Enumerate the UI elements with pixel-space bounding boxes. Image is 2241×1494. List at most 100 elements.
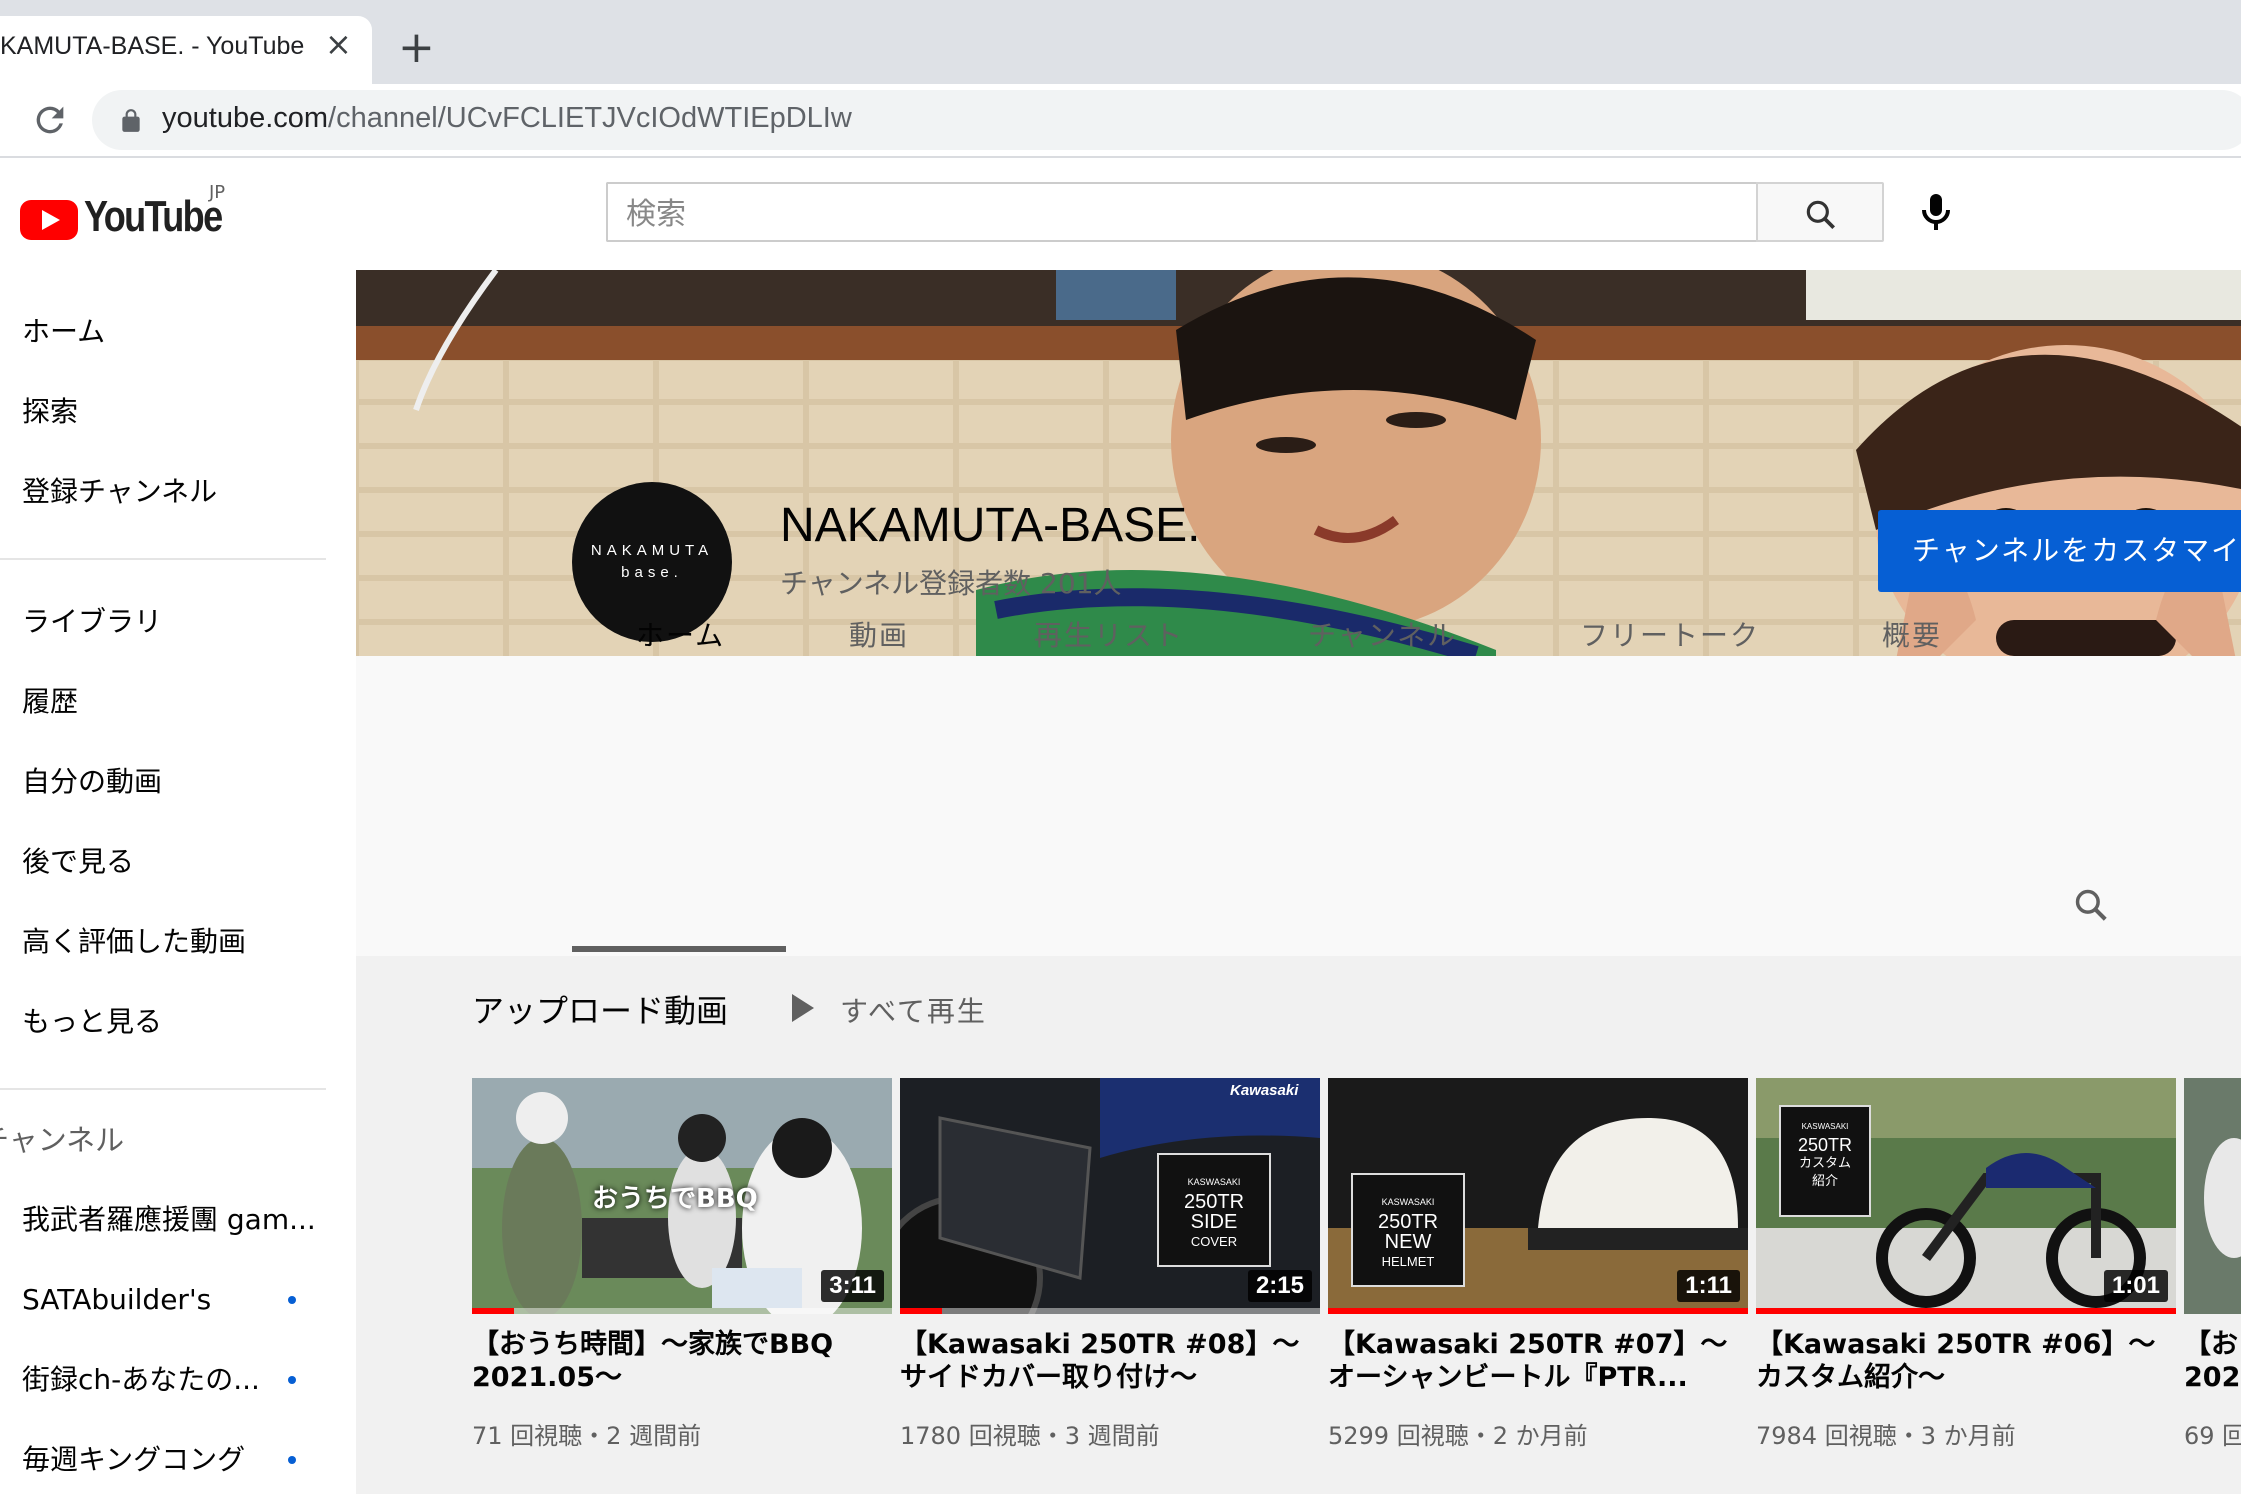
new-content-dot bbox=[288, 1376, 296, 1384]
browser-toolbar: youtube.com/channel/UCvFCLIETJVcIOdWTIEp… bbox=[0, 84, 2241, 158]
thumbnail-badge-line: カスタム bbox=[1798, 1155, 1851, 1170]
new-content-dot bbox=[288, 1456, 296, 1464]
avatar-text-line1: NAKAMUTA bbox=[590, 542, 714, 559]
video-duration: 3:11 bbox=[821, 1270, 884, 1302]
video-thumbnail[interactable]: KASWASAKI 250TR カスタム 紹介 1:01 bbox=[1756, 1078, 2176, 1314]
thumbnail-badge-line: NEW bbox=[1384, 1231, 1432, 1253]
uploads-shelf: アップロード動画 すべて再生 おうちでBBQ 3:11 【おうち時間】〜家族でB… bbox=[356, 956, 2241, 1494]
video-metadata: 71 回視聴・2 週間前 bbox=[472, 1422, 702, 1450]
tab-videos[interactable]: 動画 bbox=[849, 586, 909, 686]
search-button[interactable] bbox=[1756, 182, 1884, 242]
video-metadata: 5299 回視聴・2 か月前 bbox=[1328, 1422, 1588, 1450]
video-thumbnail[interactable] bbox=[2184, 1078, 2241, 1314]
tab-discussion[interactable]: フリートーク bbox=[1580, 586, 1760, 686]
sidebar-subscription-item[interactable]: SATAbuilder's bbox=[22, 1280, 211, 1320]
thumbnail-badge-line: SIDE bbox=[1190, 1211, 1238, 1233]
reload-icon[interactable] bbox=[30, 100, 70, 140]
video-title[interactable]: 【お 2020 bbox=[2184, 1328, 2241, 1394]
avatar-text-line2: base. bbox=[621, 564, 683, 581]
url-host: youtube.com bbox=[162, 102, 329, 134]
url-text[interactable]: youtube.com/channel/UCvFCLIETJVcIOdWTIEp… bbox=[162, 102, 852, 135]
thumbnail-badge: KASWASAKI 250TR SIDE COVER bbox=[1158, 1172, 1270, 1252]
sidebar-item-history[interactable]: 履歴 bbox=[22, 682, 78, 722]
thumbnail-badge-line: KASWASAKI bbox=[1187, 1177, 1241, 1187]
sidebar-item-explore[interactable]: 探索 bbox=[22, 392, 78, 432]
search-box bbox=[606, 182, 1756, 242]
thumbnail-badge-line: 紹介 bbox=[1811, 1173, 1838, 1188]
play-all-link[interactable]: すべて再生 bbox=[840, 990, 987, 1030]
youtube-masthead: YouTube JP bbox=[0, 158, 2241, 270]
video-metadata: 69 回 bbox=[2184, 1422, 2241, 1450]
youtube-play-icon bbox=[20, 200, 78, 240]
video-duration: 2:15 bbox=[1247, 1270, 1312, 1302]
channel-tabs: ホーム 動画 再生リスト チャンネル フリートーク 概要 bbox=[356, 586, 2241, 686]
thumbnail-badge-line: KASWASAKI bbox=[1381, 1197, 1435, 1207]
sidebar-item-subscriptions[interactable]: 登録チャンネル bbox=[22, 472, 217, 512]
thumbnail-badge-line: HELMET bbox=[1381, 1254, 1435, 1269]
customize-channel-button[interactable]: チャンネルをカスタマイズ bbox=[1878, 510, 2241, 592]
url-path: /channel/UCvFCLIETJVcIOdWTIEpDLIw bbox=[328, 102, 852, 134]
thumbnail-badge: KASWASAKI 250TR カスタム 紹介 bbox=[1780, 1118, 1870, 1190]
video-duration: 1:01 bbox=[2103, 1270, 2168, 1302]
sidebar: ホーム 探索 登録チャンネル ライブラリ 履歴 自分の動画 後で見る 高く評価し… bbox=[0, 270, 356, 1494]
thumbnail-badge-line: KASWASAKI bbox=[1801, 1122, 1849, 1131]
youtube-logo-text: YouTube bbox=[84, 192, 223, 241]
tab-playlists[interactable]: 再生リスト bbox=[1034, 586, 1184, 686]
thumbnail-badge-line: 250TR bbox=[1797, 1135, 1853, 1155]
video-title[interactable]: 【おうち時間】〜家族でBBQ 2021.05〜 bbox=[472, 1328, 892, 1394]
sidebar-divider bbox=[0, 1088, 326, 1090]
sidebar-subscriptions-heading: チャンネル bbox=[0, 1123, 125, 1157]
watch-progress-bar bbox=[1328, 1308, 1748, 1314]
thumbnail-badge: KASWASAKI 250TR NEW HELMET bbox=[1352, 1192, 1464, 1272]
region-code: JP bbox=[209, 182, 226, 203]
video-thumbnail[interactable]: おうちでBBQ 3:11 bbox=[472, 1078, 892, 1314]
thumbnail-badge-line: 250TR bbox=[1377, 1211, 1439, 1233]
browser-tab-title: KAMUTA-BASE. - YouTube bbox=[0, 32, 305, 60]
tab-about[interactable]: 概要 bbox=[1882, 586, 1942, 686]
sidebar-item-home[interactable]: ホーム bbox=[22, 312, 105, 352]
sidebar-subscription-item[interactable]: 毎週キングコング bbox=[22, 1440, 245, 1480]
sidebar-subscription-item[interactable]: 我武者羅應援團 gam... bbox=[22, 1200, 316, 1240]
thumbnail-brand-text: Kawasaki bbox=[1230, 1082, 1299, 1099]
play-all-icon[interactable] bbox=[792, 994, 814, 1022]
video-metadata: 7984 回視聴・3 か月前 bbox=[1756, 1422, 2016, 1450]
search-input[interactable] bbox=[624, 194, 1728, 234]
sidebar-item-library[interactable]: ライブラリ bbox=[22, 602, 162, 642]
video-title[interactable]: 【Kawasaki 250TR #08】〜 サイドカバー取り付け〜 bbox=[900, 1328, 1320, 1394]
microphone-icon[interactable] bbox=[1912, 188, 1960, 236]
active-tab-indicator bbox=[572, 946, 786, 952]
video-duration: 1:11 bbox=[1677, 1270, 1740, 1302]
close-icon[interactable]: × bbox=[325, 24, 352, 64]
watch-progress-bar bbox=[900, 1308, 942, 1314]
thumbnail-badge-line: 250TR bbox=[1183, 1191, 1245, 1213]
watch-progress-bar bbox=[472, 1308, 514, 1314]
browser-tab[interactable]: KAMUTA-BASE. - YouTube × bbox=[0, 16, 372, 84]
video-title[interactable]: 【Kawasaki 250TR #06】〜 カスタム紹介〜 bbox=[1756, 1328, 2176, 1394]
video-thumbnail[interactable]: Kawasaki KASWASAKI 250TR SIDE COVER 2:15 bbox=[900, 1078, 1320, 1314]
video-title[interactable]: 【Kawasaki 250TR #07】〜 オーシャンビートル『PTR... bbox=[1328, 1328, 1748, 1394]
video-metadata: 1780 回視聴・3 週間前 bbox=[900, 1422, 1160, 1450]
thumbnail-overlay-text: おうちでBBQ bbox=[592, 1184, 758, 1214]
channel-search-icon[interactable] bbox=[2072, 886, 2110, 924]
video-card[interactable]: 【お 2020 69 回 bbox=[2184, 1078, 2241, 1494]
video-thumbnail[interactable]: KASWASAKI 250TR NEW HELMET 1:11 bbox=[1328, 1078, 1748, 1314]
sidebar-divider bbox=[0, 558, 326, 560]
lock-icon[interactable] bbox=[118, 108, 144, 134]
search-icon bbox=[1806, 200, 1836, 230]
tab-channels[interactable]: チャンネル bbox=[1308, 586, 1457, 686]
channel-name: NAKAMUTA-BASE. bbox=[780, 499, 1201, 552]
sidebar-item-liked-videos[interactable]: 高く評価した動画 bbox=[22, 922, 246, 962]
shelf-title: アップロード動画 bbox=[472, 992, 729, 1030]
sidebar-item-watch-later[interactable]: 後で見る bbox=[22, 842, 134, 882]
watch-progress-bar bbox=[1756, 1308, 2176, 1314]
channel-page: NAKAMUTA base. NAKAMUTA-BASE. チャンネル登録者数 … bbox=[356, 270, 2241, 1494]
sidebar-item-show-more[interactable]: もっと見る bbox=[22, 1002, 162, 1042]
address-bar[interactable]: youtube.com/channel/UCvFCLIETJVcIOdWTIEp… bbox=[92, 90, 2241, 150]
sidebar-subscription-item[interactable]: 街録ch-あなたの... bbox=[22, 1360, 260, 1400]
sidebar-item-your-videos[interactable]: 自分の動画 bbox=[22, 762, 162, 802]
thumbnail-badge-line: COVER bbox=[1190, 1234, 1238, 1249]
new-tab-icon[interactable]: + bbox=[398, 26, 435, 70]
tab-home[interactable]: ホーム bbox=[636, 586, 725, 686]
browser-tabstrip: KAMUTA-BASE. - YouTube × + bbox=[0, 0, 2241, 84]
new-content-dot bbox=[288, 1296, 296, 1304]
